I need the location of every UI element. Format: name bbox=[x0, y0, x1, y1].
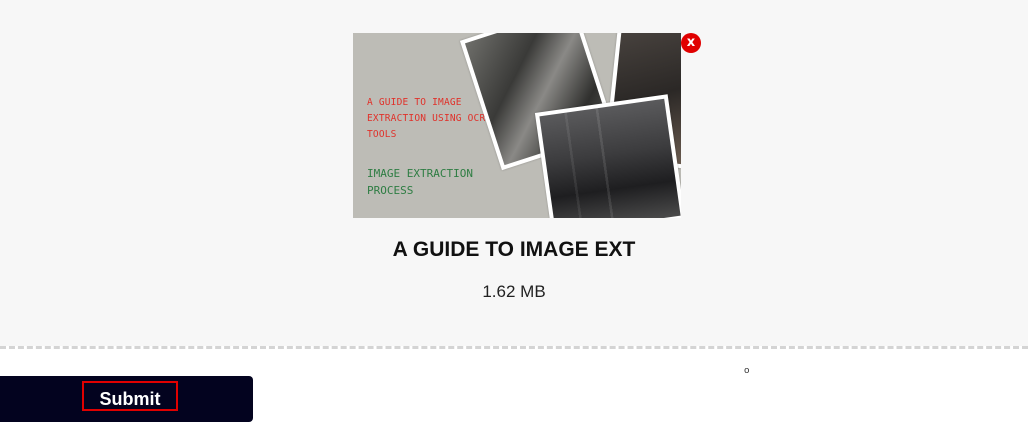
submit-button[interactable]: Submit bbox=[0, 376, 253, 422]
remove-file-button[interactable]: x bbox=[681, 33, 701, 53]
file-size: 1.62 MB bbox=[482, 282, 546, 301]
file-thumbnail: A GUIDE TO IMAGE EXTRACTION USING OCR TO… bbox=[353, 33, 681, 218]
small-mark: o bbox=[744, 366, 750, 376]
file-name: A GUIDE TO IMAGE EXT bbox=[392, 238, 636, 261]
thumbnail-title-green: IMAGE EXTRACTION PROCESS bbox=[367, 167, 473, 197]
dashed-divider bbox=[0, 346, 1028, 349]
submit-button-label: Submit bbox=[82, 381, 178, 411]
thumbnail-photo-kitchen bbox=[534, 94, 681, 218]
close-icon: x bbox=[686, 35, 696, 50]
